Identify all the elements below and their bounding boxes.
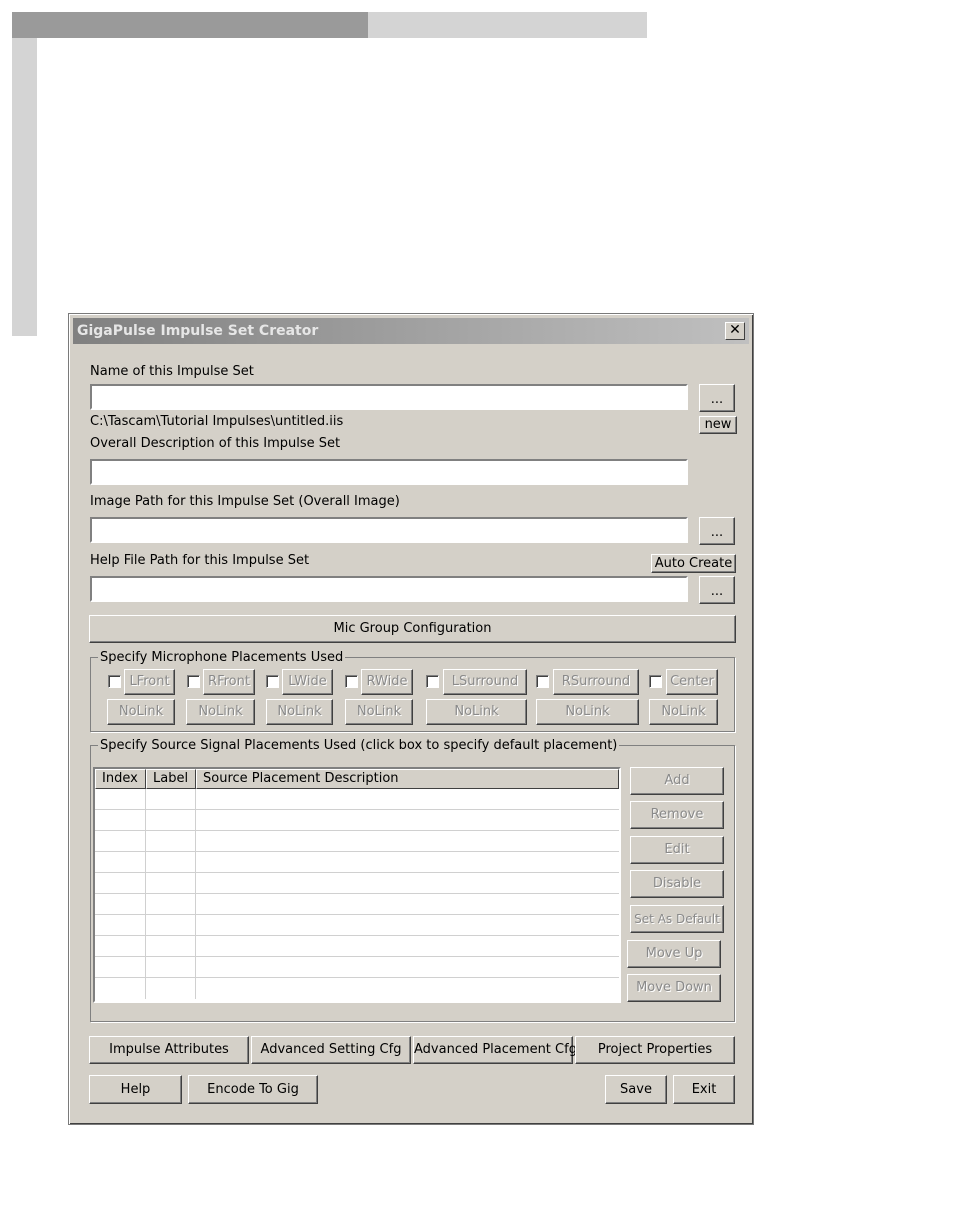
- center-link-button[interactable]: NoLink: [649, 699, 718, 725]
- move-down-button[interactable]: Move Down: [627, 974, 721, 1002]
- edit-button[interactable]: Edit: [630, 836, 724, 864]
- background-side-bar: [12, 38, 37, 336]
- name-input[interactable]: [90, 384, 688, 410]
- table-row[interactable]: [95, 831, 619, 852]
- close-button[interactable]: ✕: [725, 322, 745, 340]
- help-path-label: Help File Path for this Impulse Set: [90, 553, 310, 568]
- table-row[interactable]: [95, 915, 619, 936]
- rsurround-button[interactable]: RSurround: [553, 669, 639, 695]
- save-button[interactable]: Save: [605, 1075, 667, 1104]
- encode-to-gig-button[interactable]: Encode To Gig: [188, 1075, 318, 1104]
- set-as-default-button[interactable]: Set As Default: [630, 905, 724, 933]
- help-button[interactable]: Help: [89, 1075, 182, 1104]
- image-path-label: Image Path for this Impulse Set (Overall…: [90, 494, 400, 509]
- impulse-file-path: C:\Tascam\Tutorial Impulses\untitled.iis: [90, 414, 344, 429]
- background-bar-light: [368, 12, 647, 38]
- rwide-checkbox[interactable]: [345, 675, 358, 688]
- lwide-checkbox[interactable]: [266, 675, 279, 688]
- help-path-input[interactable]: [90, 576, 688, 602]
- close-icon: ✕: [729, 322, 741, 338]
- lfront-checkbox[interactable]: [108, 675, 121, 688]
- exit-button[interactable]: Exit: [673, 1075, 735, 1104]
- table-row[interactable]: [95, 873, 619, 894]
- lfront-button[interactable]: LFront: [124, 669, 175, 695]
- table-row[interactable]: [95, 852, 619, 873]
- name-label: Name of this Impulse Set: [90, 364, 254, 379]
- table-row[interactable]: [95, 936, 619, 957]
- advanced-setting-cfg-button[interactable]: Advanced Setting Cfg: [251, 1036, 411, 1064]
- center-button[interactable]: Center: [666, 669, 718, 695]
- lsurround-checkbox[interactable]: [426, 675, 439, 688]
- mic-group-configuration-button[interactable]: Mic Group Configuration: [89, 615, 736, 643]
- lsurround-button[interactable]: LSurround: [443, 669, 527, 695]
- table-row[interactable]: [95, 789, 619, 810]
- description-label: Overall Description of this Impulse Set: [90, 436, 341, 451]
- lfront-link-button[interactable]: NoLink: [107, 699, 175, 725]
- image-browse-button[interactable]: ...: [699, 517, 735, 545]
- source-placements-list[interactable]: Index Label Source Placement Description: [93, 767, 621, 1003]
- auto-create-button[interactable]: Auto Create: [651, 554, 736, 573]
- project-properties-button[interactable]: Project Properties: [575, 1036, 735, 1064]
- window-title: GigaPulse Impulse Set Creator: [77, 323, 319, 339]
- rsurround-checkbox[interactable]: [536, 675, 549, 688]
- lwide-link-button[interactable]: NoLink: [266, 699, 333, 725]
- help-browse-button[interactable]: ...: [699, 576, 735, 604]
- new-button[interactable]: new: [699, 416, 737, 434]
- background-bar-dark: [12, 12, 368, 38]
- remove-button[interactable]: Remove: [630, 801, 724, 829]
- table-row[interactable]: [95, 957, 619, 978]
- lsurround-link-button[interactable]: NoLink: [426, 699, 527, 725]
- center-checkbox[interactable]: [649, 675, 662, 688]
- rfront-checkbox[interactable]: [187, 675, 200, 688]
- move-up-button[interactable]: Move Up: [627, 940, 721, 968]
- description-input[interactable]: [90, 459, 688, 485]
- table-row[interactable]: [95, 810, 619, 831]
- name-browse-button[interactable]: ...: [699, 384, 735, 412]
- mic-placements-title: Specify Microphone Placements Used: [98, 650, 346, 665]
- rfront-button[interactable]: RFront: [203, 669, 255, 695]
- image-path-input[interactable]: [90, 517, 688, 543]
- table-row[interactable]: [95, 978, 619, 999]
- title-bar[interactable]: GigaPulse Impulse Set Creator ✕: [73, 318, 749, 344]
- lwide-button[interactable]: LWide: [282, 669, 333, 695]
- advanced-placement-cfg-button[interactable]: Advanced Placement Cfg: [413, 1036, 577, 1064]
- source-placements-title: Specify Source Signal Placements Used (c…: [98, 738, 620, 753]
- table-row[interactable]: [95, 894, 619, 915]
- impulse-attributes-button[interactable]: Impulse Attributes: [89, 1036, 249, 1064]
- rsurround-link-button[interactable]: NoLink: [536, 699, 639, 725]
- rfront-link-button[interactable]: NoLink: [186, 699, 255, 725]
- disable-button[interactable]: Disable: [630, 870, 724, 898]
- add-button[interactable]: Add: [630, 767, 724, 795]
- impulse-set-creator-dialog: GigaPulse Impulse Set Creator ✕ Name of …: [68, 313, 754, 1125]
- column-header-label[interactable]: Label: [146, 769, 196, 789]
- column-header-index[interactable]: Index: [95, 769, 146, 789]
- rwide-link-button[interactable]: NoLink: [345, 699, 413, 725]
- column-header-description[interactable]: Source Placement Description: [196, 769, 619, 789]
- rwide-button[interactable]: RWide: [361, 669, 413, 695]
